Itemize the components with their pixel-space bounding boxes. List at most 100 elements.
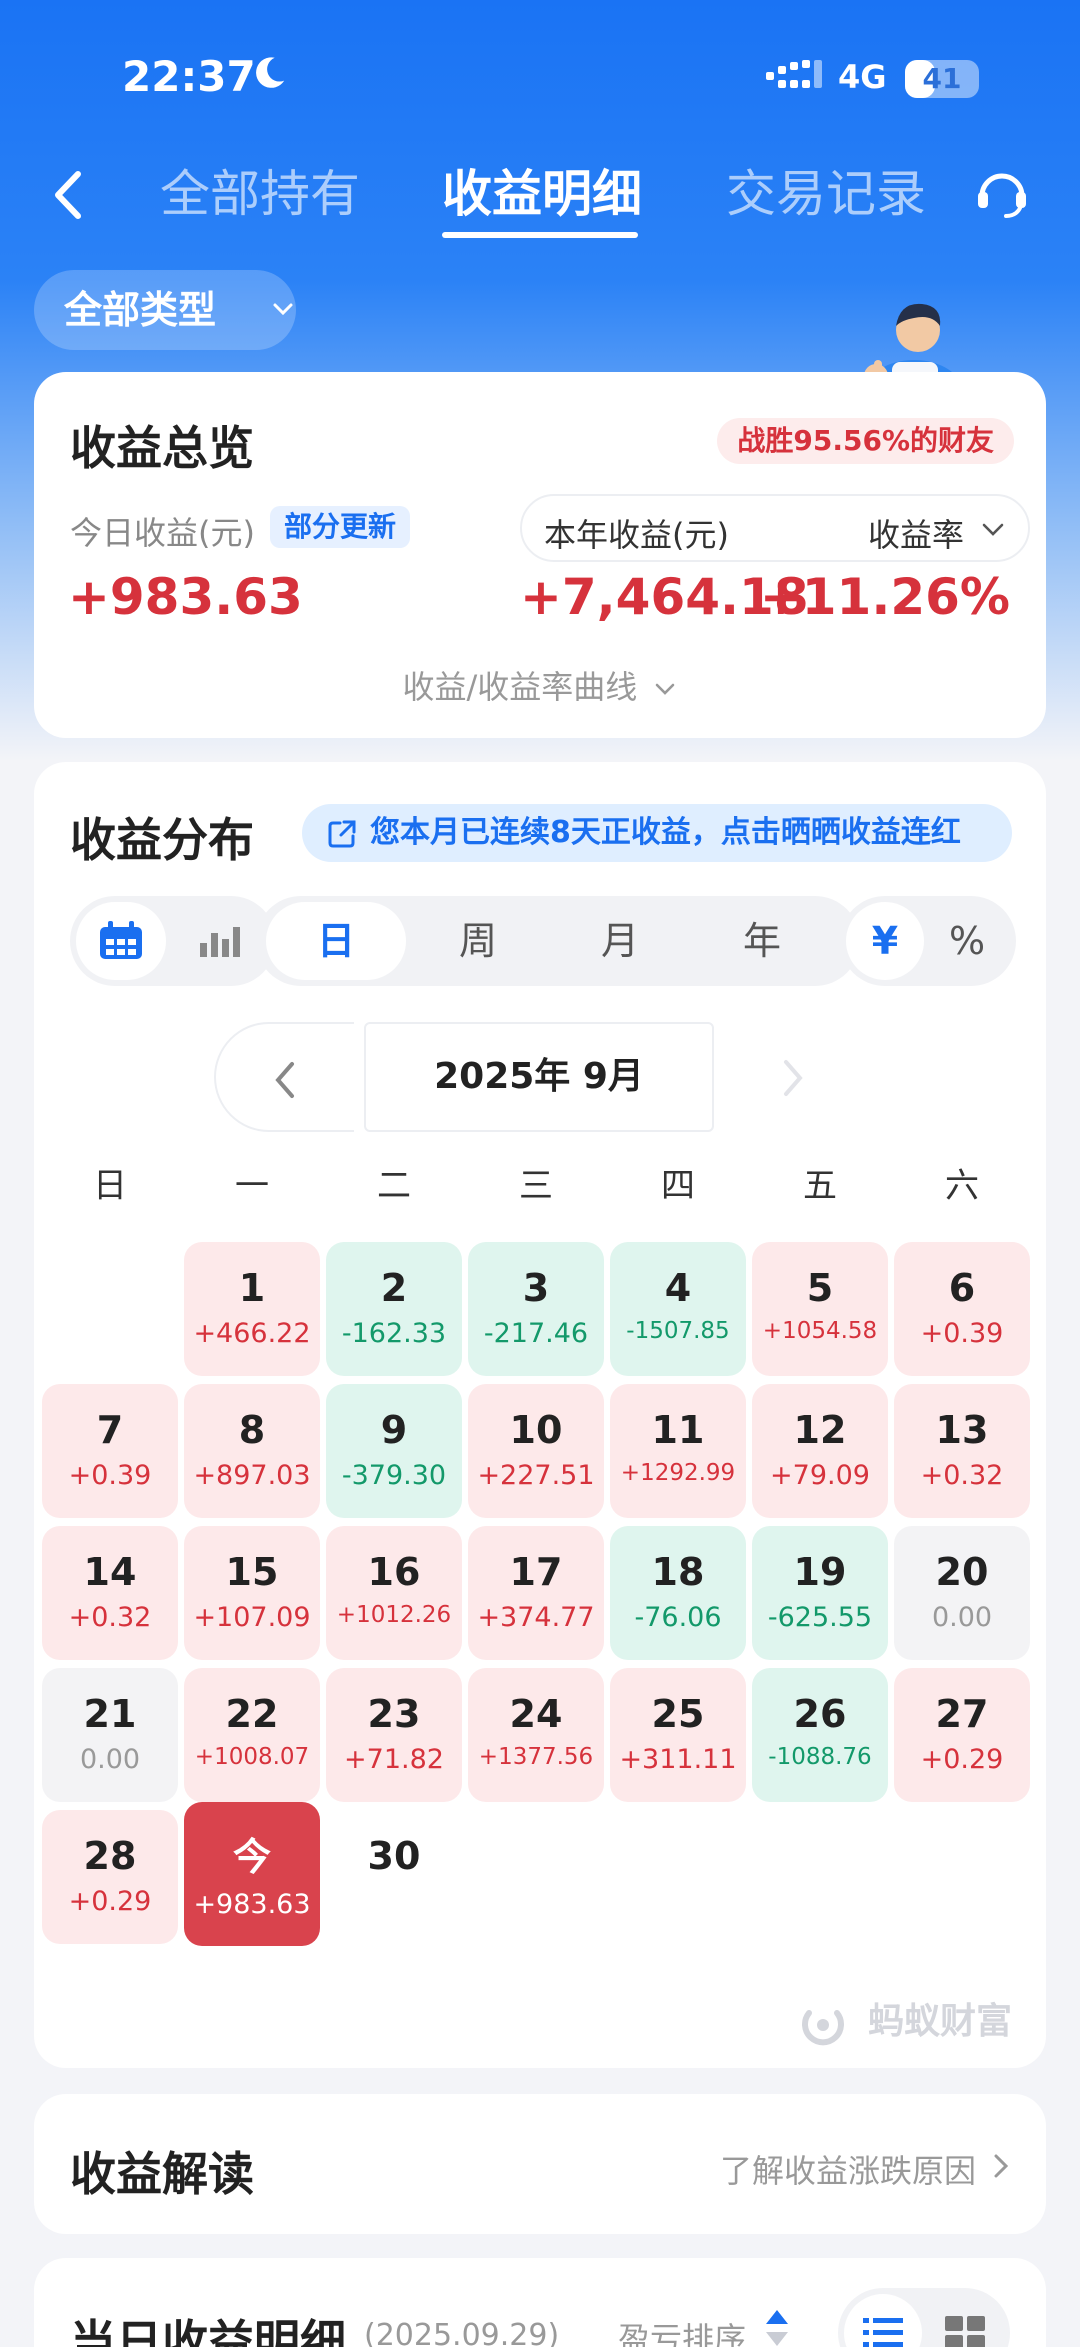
calendar-day[interactable]: 28 +0.29 [42, 1810, 178, 1944]
streak-banner[interactable]: 您本月已连续8天正收益，点击晒晒收益连红 [302, 804, 1012, 862]
back-icon[interactable] [40, 160, 100, 230]
detail-view-toggle [838, 2288, 1010, 2347]
beat-rank-badge[interactable]: 战胜95.56%的财友 [717, 418, 1014, 464]
chevron-right-icon [784, 1060, 803, 1096]
year-rate-selector[interactable]: 本年收益(元) 收益率 [520, 494, 1030, 562]
battery-icon: 41 [905, 60, 979, 98]
day-number: 12 [793, 1408, 847, 1452]
signal-icon [766, 60, 822, 88]
period-option[interactable]: 周 [408, 902, 548, 980]
month-label[interactable]: 2025年 9月 [364, 1022, 714, 1132]
overview-title: 收益总览 [70, 421, 254, 475]
day-number: 20 [935, 1550, 989, 1594]
list-view-button[interactable] [844, 2294, 922, 2347]
calendar-day[interactable]: 25 +311.11 [610, 1668, 746, 1802]
day-number: 23 [367, 1692, 421, 1736]
day-earnings: 0.00 [931, 1602, 993, 1633]
earnings-distribution-card: 收益分布 您本月已连续8天正收益，点击晒晒收益连红 日周月年 ¥% 2025年 … [34, 762, 1046, 2068]
day-earnings: +79.09 [770, 1460, 870, 1491]
earnings-calendar: 1 +466.22 2 -162.33 3 -217.46 4 -1507.85 5 +1054.… [42, 1242, 1038, 1946]
curve-link-label: 收益/收益率曲线 [402, 668, 638, 706]
calendar-day[interactable]: 10 +227.51 [468, 1384, 604, 1518]
calendar-day[interactable]: 24 +1377.56 [468, 1668, 604, 1802]
list-icon [863, 2318, 903, 2347]
calendar-day[interactable]: 5 +1054.58 [752, 1242, 888, 1376]
sort-by-pnl-button[interactable]: 盈亏排序 [618, 2314, 746, 2347]
tab-earnings-detail[interactable]: 收益明细 [442, 154, 642, 226]
day-number: 13 [935, 1408, 989, 1452]
calendar-day[interactable]: 26 -1088.76 [752, 1668, 888, 1802]
calendar-day[interactable]: 7 +0.39 [42, 1384, 178, 1518]
type-filter-dropdown[interactable]: 全部类型 [34, 270, 296, 350]
grid-view-button[interactable] [926, 2294, 1004, 2347]
day-earnings: +0.32 [68, 1602, 152, 1633]
calendar-day[interactable]: 19 -625.55 [752, 1526, 888, 1660]
day-number: 15 [225, 1550, 279, 1594]
day-number: 27 [935, 1692, 989, 1736]
calendar-day[interactable]: 13 +0.32 [894, 1384, 1030, 1518]
tab-all-holdings[interactable]: 全部持有 [160, 154, 360, 226]
calendar-day[interactable]: 12 +79.09 [752, 1384, 888, 1518]
interpretation-link[interactable]: 了解收益涨跌原因 [720, 2146, 976, 2192]
calendar-day[interactable]: 14 +0.32 [42, 1526, 178, 1660]
tab-transactions[interactable]: 交易记录 [726, 154, 926, 226]
earnings-interpretation-card[interactable]: 收益解读 了解收益涨跌原因 [34, 2094, 1046, 2234]
unit-option[interactable]: % [928, 902, 1006, 980]
day-earnings: +227.51 [477, 1460, 595, 1491]
calendar-icon [100, 921, 142, 959]
earnings-curve-toggle[interactable]: 收益/收益率曲线 [34, 662, 1046, 708]
calendar-day[interactable]: 27 +0.29 [894, 1668, 1030, 1802]
day-number: 今 [232, 1835, 271, 1879]
day-earnings: +71.82 [344, 1744, 444, 1775]
calendar-day[interactable]: 21 0.00 [42, 1668, 178, 1802]
network-type: 4G [838, 58, 887, 96]
next-month-button[interactable] [724, 1022, 864, 1132]
calendar-day[interactable]: 18 -76.06 [610, 1526, 746, 1660]
unit-selector: ¥% [840, 896, 1016, 986]
calendar-day[interactable]: 16 +1012.26 [326, 1526, 462, 1660]
day-earnings: +1292.99 [620, 1460, 736, 1486]
day-earnings: +1008.07 [194, 1744, 310, 1770]
calendar-day[interactable]: 17 +374.77 [468, 1526, 604, 1660]
daily-detail-card: 当日收益明细 (2025.09.29) 盈亏排序 [34, 2258, 1046, 2347]
calendar-day[interactable]: 15 +107.09 [184, 1526, 320, 1660]
day-earnings: +466.22 [193, 1318, 311, 1349]
calendar-day[interactable]: 11 +1292.99 [610, 1384, 746, 1518]
detail-title: 当日收益明细 [70, 2315, 346, 2347]
calendar-day[interactable]: 9 -379.30 [326, 1384, 462, 1518]
earnings-overview-card: 收益总览 战胜95.56%的财友 今日收益(元) 部分更新 +983.63 本年… [34, 372, 1046, 738]
calendar-day[interactable]: 3 -217.46 [468, 1242, 604, 1376]
day-number: 14 [83, 1550, 137, 1594]
sort-icon[interactable] [764, 2308, 790, 2347]
calendar-view-button[interactable] [76, 902, 166, 980]
calendar-day[interactable]: 2 -162.33 [326, 1242, 462, 1376]
calendar-day[interactable]: 30 [326, 1810, 462, 1944]
prev-month-button[interactable] [214, 1022, 354, 1132]
calendar-day[interactable]: 20 0.00 [894, 1526, 1030, 1660]
weekday-label: 三 [519, 1166, 553, 1206]
day-earnings: +374.77 [477, 1602, 595, 1633]
calendar-day[interactable]: 4 -1507.85 [610, 1242, 746, 1376]
chevron-down-icon [273, 303, 293, 316]
calendar-day[interactable]: 1 +466.22 [184, 1242, 320, 1376]
day-earnings: +0.32 [920, 1460, 1004, 1491]
today-earnings-value: +983.63 [68, 568, 303, 626]
weekday-header: 日一二三四五六 [42, 1158, 1038, 1218]
calendar-day[interactable]: 8 +897.03 [184, 1384, 320, 1518]
unit-option[interactable]: ¥ [846, 902, 924, 980]
chevron-left-icon [275, 1062, 294, 1098]
period-option[interactable]: 年 [692, 902, 832, 980]
day-earnings: -625.55 [767, 1602, 873, 1633]
calendar-day[interactable]: 23 +71.82 [326, 1668, 462, 1802]
calendar-day[interactable]: 22 +1008.07 [184, 1668, 320, 1802]
day-earnings: 0.00 [79, 1744, 141, 1775]
bar-chart-view-button[interactable] [176, 902, 266, 980]
customer-service-icon[interactable] [972, 162, 1032, 222]
watermark-text: 蚂蚁财富 [867, 2001, 1012, 2042]
period-option[interactable]: 日 [266, 902, 406, 980]
calendar-day[interactable]: 6 +0.39 [894, 1242, 1030, 1376]
calendar-day-today[interactable]: 今 +983.63 [184, 1802, 320, 1946]
period-option[interactable]: 月 [550, 902, 690, 980]
battery-level: 41 [922, 62, 962, 95]
day-number: 17 [509, 1550, 563, 1594]
